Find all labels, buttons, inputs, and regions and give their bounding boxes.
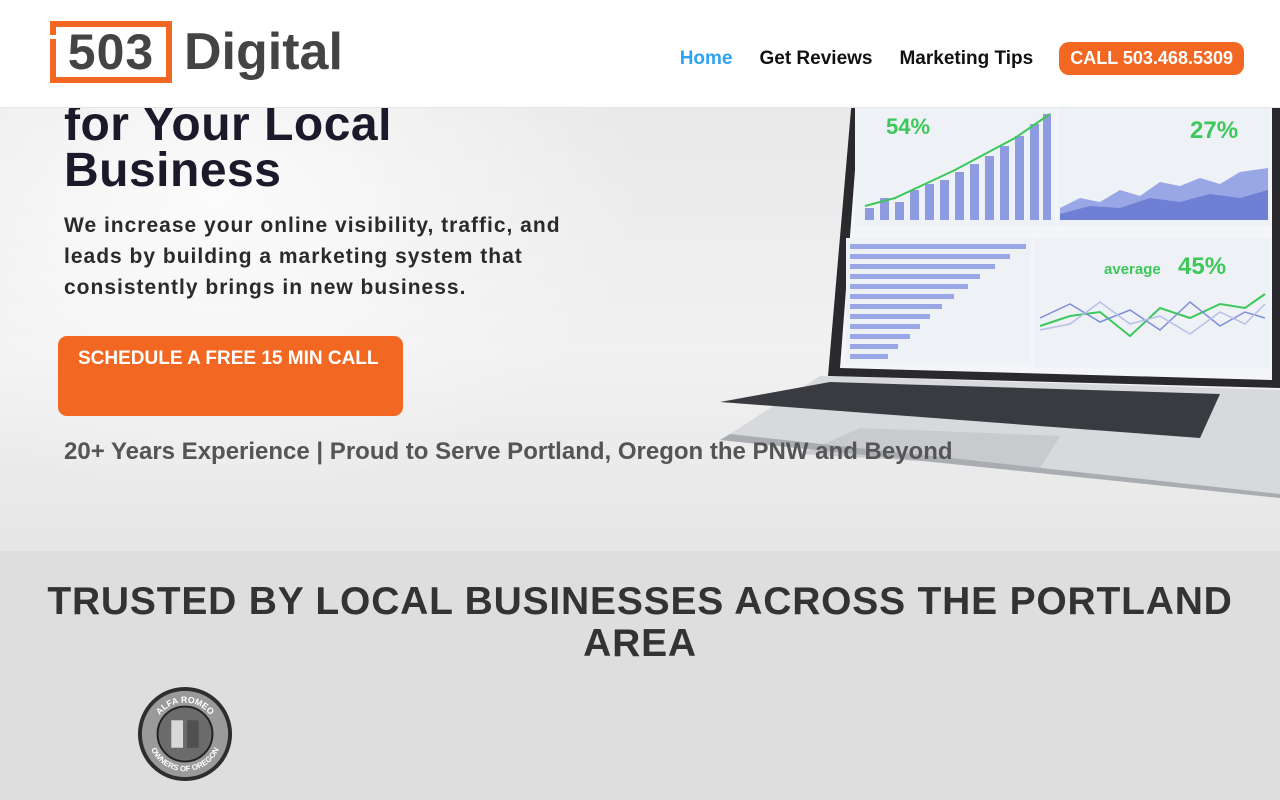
hero-section: 54% 27% average 45% for Your Local Busin…: [0, 108, 1280, 551]
site-header: 503 Digital Home Get Reviews Marketing T…: [0, 0, 1280, 108]
logo-number: 503: [67, 24, 155, 80]
call-button[interactable]: CALL 503.468.5309: [1059, 42, 1244, 75]
trusted-section: TRUSTED BY LOCAL BUSINESSES ACROSS THE P…: [0, 551, 1280, 800]
experience-tagline: 20+ Years Experience | Proud to Serve Po…: [64, 438, 953, 465]
nav-item-marketing-tips[interactable]: Marketing Tips: [899, 48, 1033, 70]
schedule-call-button[interactable]: SCHEDULE A FREE 15 MIN CALL: [58, 336, 403, 416]
chart-panel-4: [1034, 238, 1270, 368]
stat-54: 54%: [886, 114, 930, 139]
hero-subtitle: We increase your online visibility, traf…: [64, 214, 561, 299]
nav-item-get-reviews[interactable]: Get Reviews: [759, 48, 872, 70]
stat-27: 27%: [1190, 117, 1238, 144]
logo-word: Digital: [184, 23, 343, 81]
hero-title-line2: Business: [64, 144, 282, 197]
trusted-title: TRUSTED BY LOCAL BUSINESSES ACROSS THE P…: [47, 580, 1233, 665]
stat-average-label: average: [1104, 261, 1161, 278]
site-logo[interactable]: 503 Digital: [50, 20, 343, 84]
hero-title: for Your Local Business: [64, 108, 392, 197]
nav-item-home[interactable]: Home: [680, 48, 733, 70]
stat-45: 45%: [1178, 253, 1226, 280]
logo-number-box: 503: [50, 21, 172, 83]
main-nav: Home Get Reviews Marketing Tips CALL 503…: [653, 42, 1244, 75]
alfa-romeo-owners-logo[interactable]: ALFA ROMEO OWNERS OF OREGON: [136, 685, 234, 783]
